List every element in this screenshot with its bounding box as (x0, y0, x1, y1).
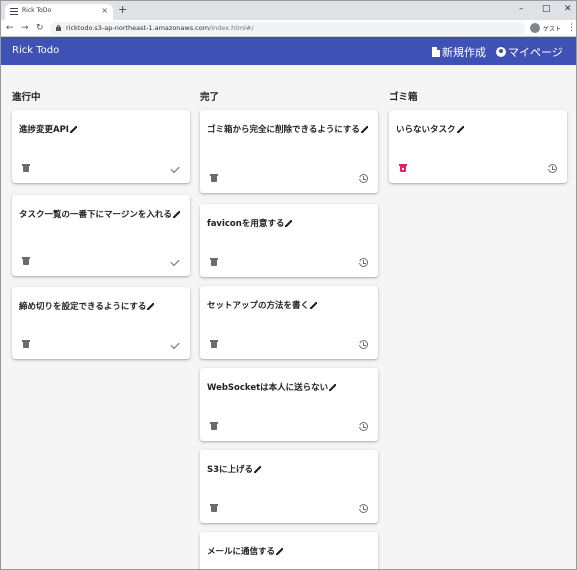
task-title[interactable]: WebSocketは本人に送らない (207, 382, 373, 395)
document-icon (432, 47, 440, 57)
restore-history-icon[interactable] (546, 164, 557, 173)
task-title[interactable]: タスク一覧の一番下にマージンを入れる (19, 209, 185, 222)
task-title[interactable]: faviconを用意する (207, 218, 373, 231)
edit-pencil-icon[interactable] (456, 126, 464, 133)
column-title-trash: ゴミ箱 (389, 92, 418, 103)
restore-history-icon[interactable] (357, 258, 368, 267)
task-card[interactable]: ゴミ箱から完全に削除できるようにする (200, 110, 378, 193)
check-icon[interactable] (170, 256, 180, 267)
edit-pencil-icon[interactable] (360, 126, 368, 133)
tab-title: Rick ToDo (22, 7, 52, 14)
restore-history-icon[interactable] (357, 422, 368, 431)
trash-icon[interactable] (210, 422, 218, 430)
mypage-label: マイページ (508, 46, 563, 59)
task-title[interactable]: S3に上げる (207, 464, 373, 477)
trash-icon[interactable] (210, 258, 218, 266)
new-task-label: 新規作成 (442, 46, 486, 59)
mypage-button[interactable]: マイページ (496, 44, 563, 60)
app-bar: Rick Todo 新規作成 マイページ (1, 37, 576, 65)
task-title[interactable]: セットアップの方法を書く (207, 300, 373, 313)
forward-icon[interactable]: → (21, 22, 29, 34)
task-card[interactable]: タスク一覧の一番下にマージンを入れる (12, 195, 190, 276)
task-title[interactable]: 締め切りを設定できるようにする (19, 301, 185, 314)
task-title[interactable]: メールに通信する (207, 546, 373, 559)
trash-icon[interactable] (210, 340, 218, 348)
check-icon[interactable] (170, 163, 180, 174)
edit-pencil-icon[interactable] (276, 548, 284, 555)
avatar-icon (530, 23, 540, 33)
close-window-icon[interactable]: ✕ (564, 3, 572, 15)
maximize-icon[interactable]: □ (542, 3, 551, 15)
back-icon[interactable]: ← (6, 22, 14, 34)
task-card[interactable]: メールに通信する (200, 532, 378, 569)
account-circle-icon (496, 47, 506, 57)
task-title[interactable]: 進捗変更API (19, 124, 185, 137)
restore-history-icon[interactable] (357, 174, 368, 183)
close-tab-icon[interactable]: × (101, 6, 108, 16)
trash-icon[interactable] (22, 164, 30, 172)
list-favicon-icon (10, 8, 18, 15)
restore-history-icon[interactable] (357, 504, 368, 513)
delete-forever-icon[interactable] (399, 164, 407, 172)
edit-pencil-icon[interactable] (254, 466, 262, 473)
new-tab-button[interactable]: + (118, 4, 127, 16)
task-card[interactable]: faviconを用意する (200, 204, 378, 277)
column-title-in-progress: 進行中 (12, 92, 41, 103)
task-card[interactable]: いらないタスク (389, 110, 567, 183)
new-task-button[interactable]: 新規作成 (432, 44, 486, 60)
task-title[interactable]: ゴミ箱から完全に削除できるようにする (207, 124, 373, 137)
task-board: 進行中 進捗変更API タスク一覧の一番下にマージンを入れる 締め切りを設定でき… (1, 65, 576, 569)
trash-icon[interactable] (210, 504, 218, 512)
restore-history-icon[interactable] (357, 340, 368, 349)
task-card[interactable]: 進捗変更API (12, 110, 190, 183)
profile-label: ゲスト (543, 26, 562, 33)
task-card[interactable]: WebSocketは本人に送らない (200, 368, 378, 441)
url-text[interactable]: ricktodo.s3-ap-northeast-1.amazonaws.com… (66, 24, 254, 32)
trash-icon[interactable] (210, 174, 218, 182)
edit-pencil-icon[interactable] (329, 384, 337, 391)
edit-pencil-icon[interactable] (147, 303, 155, 310)
check-icon[interactable] (170, 339, 180, 350)
edit-pencil-icon[interactable] (172, 211, 180, 218)
app-title: Rick Todo (12, 45, 60, 56)
minimize-icon[interactable]: – (519, 3, 524, 15)
tab-strip: Rick ToDo × + – □ ✕ (1, 1, 576, 20)
browser-tab[interactable]: Rick ToDo × (5, 4, 113, 20)
browser-toolbar: ← → ↻ ricktodo.s3-ap-northeast-1.amazona… (1, 20, 576, 37)
browser-window: Rick ToDo × + – □ ✕ ← → ↻ ricktodo.s3-ap… (0, 0, 577, 570)
edit-pencil-icon[interactable] (69, 126, 77, 133)
edit-pencil-icon[interactable] (285, 220, 293, 227)
task-card[interactable]: セットアップの方法を書く (200, 286, 378, 359)
task-card[interactable]: S3に上げる (200, 450, 378, 523)
column-title-done: 完了 (200, 92, 220, 103)
edit-pencil-icon[interactable] (310, 302, 318, 309)
lock-icon (56, 25, 61, 31)
trash-icon[interactable] (22, 257, 30, 265)
task-card[interactable]: 締め切りを設定できるようにする (12, 287, 190, 359)
trash-icon[interactable] (22, 340, 30, 348)
reload-icon[interactable]: ↻ (36, 22, 44, 34)
address-bar[interactable]: ricktodo.s3-ap-northeast-1.amazonaws.com… (50, 22, 525, 35)
task-title[interactable]: いらないタスク (396, 124, 562, 137)
menu-kebab-icon[interactable]: ⋮ (567, 23, 576, 33)
